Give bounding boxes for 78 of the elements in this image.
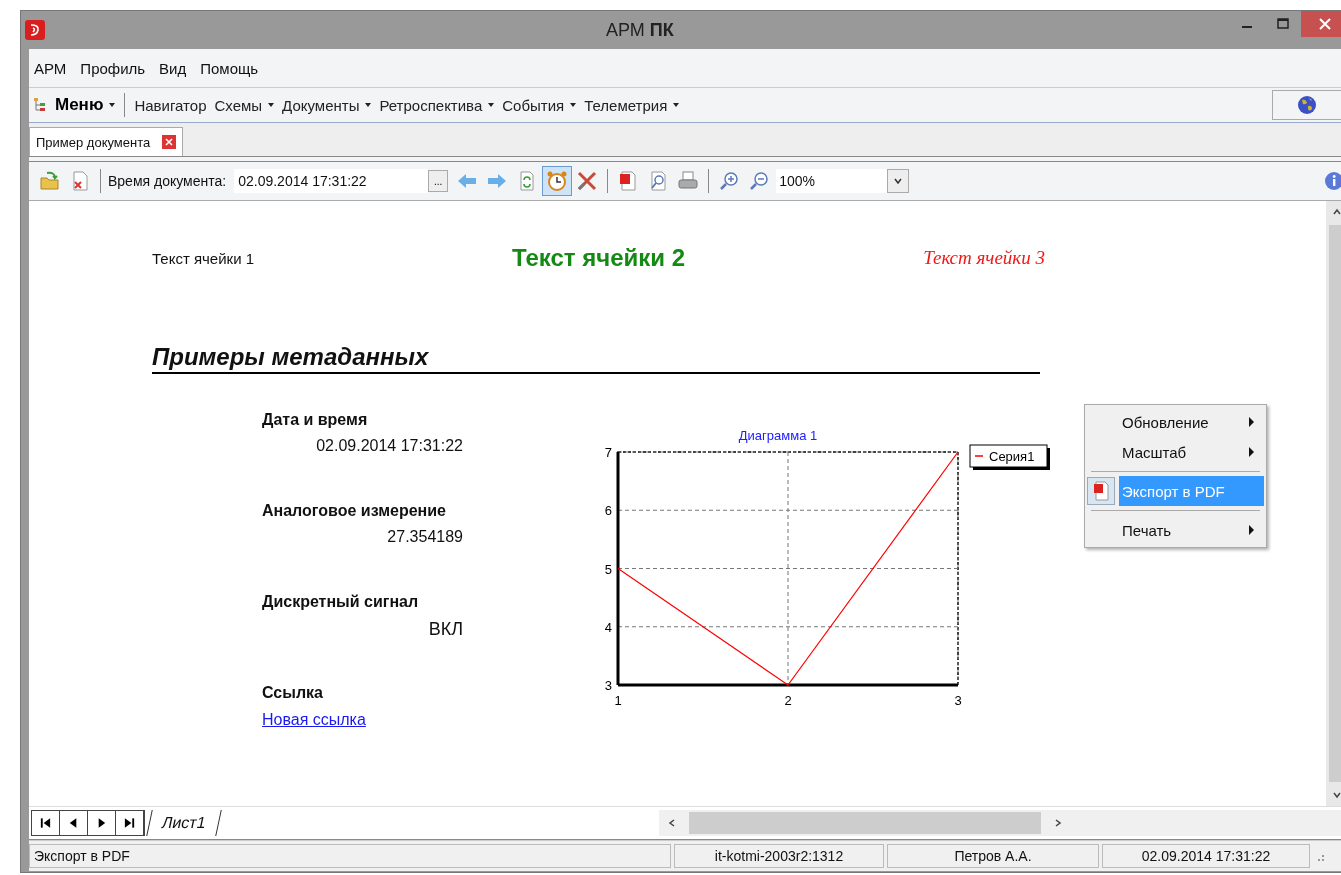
toolbar-menu-button[interactable]: Телеметрия — [580, 94, 684, 116]
menu-item[interactable]: Профиль — [75, 57, 151, 79]
field-label: Дата и время — [262, 411, 368, 429]
cell-text: Текст ячейки 3 — [922, 247, 1045, 269]
chart-title: Диаграмма 1 — [738, 428, 818, 443]
document-tab[interactable]: Пример документа — [29, 127, 184, 156]
pdf-icon — [1092, 481, 1110, 501]
window-title: АРМ ПК — [606, 20, 674, 41]
time-field[interactable]: 02.09.2014 17:31:22 — [234, 169, 429, 193]
cell-text: Текст ячейки 2 — [510, 244, 687, 272]
scroll-up-icon[interactable] — [1332, 207, 1341, 217]
chart-legend: Серия1 — [969, 444, 1050, 470]
toolbar-menu-button[interactable]: Документы — [278, 94, 376, 116]
app-logo-icon — [25, 20, 45, 40]
caret-icon — [268, 103, 275, 107]
menu-item[interactable]: Вид — [154, 57, 192, 79]
time-label: Время документа: — [108, 173, 227, 189]
toolbar-menu-button[interactable]: Ретроспектива — [375, 94, 499, 116]
toolbar-menu-button[interactable]: Навигатор — [130, 94, 211, 116]
field-label: Дискретный сигнал — [262, 593, 419, 611]
status-text: 02.09.2014 17:31:22 — [1102, 844, 1310, 868]
context-menu-item[interactable]: Печать — [1087, 515, 1264, 545]
sheet-tab[interactable]: Лист1 — [146, 810, 222, 836]
close-icon — [1319, 18, 1331, 30]
close-icon[interactable] — [162, 135, 177, 149]
y-tick-label: 6 — [604, 503, 612, 519]
menu-item[interactable]: Помощь — [195, 57, 264, 79]
field-label: Ссылка — [262, 684, 323, 702]
x-tick-label: 2 — [784, 693, 792, 708]
y-tick-label: 4 — [604, 619, 612, 635]
field-value: 27.354189 — [387, 528, 463, 546]
maximize-icon — [1277, 18, 1289, 30]
submenu-arrow-icon — [1249, 417, 1254, 427]
zoom-out-icon[interactable] — [748, 170, 771, 192]
caret-icon — [109, 103, 116, 107]
browse-button[interactable]: ... — [428, 170, 449, 192]
x-tick-label: 1 — [614, 693, 622, 708]
chevron-down-icon — [893, 176, 904, 186]
caret-icon — [570, 103, 577, 107]
printer-icon[interactable] — [677, 170, 700, 192]
horizontal-scrollbar[interactable] — [658, 810, 1341, 836]
submenu-arrow-icon — [1249, 525, 1254, 535]
scroll-down-icon[interactable] — [1332, 790, 1341, 800]
context-menu-item[interactable]: Обновление — [1087, 407, 1264, 437]
link[interactable]: Новая ссылка — [262, 711, 366, 729]
toolbar-menu-button[interactable]: Схемы — [210, 94, 279, 116]
caret-icon — [365, 103, 372, 107]
toolbar-menu-button[interactable]: События — [498, 94, 581, 116]
tree-icon — [33, 97, 47, 113]
field-value: ВКЛ — [428, 619, 463, 640]
status-text: Экспорт в PDF — [29, 844, 671, 868]
globe-icon — [1297, 95, 1317, 115]
main-menu-button[interactable]: Меню — [47, 93, 120, 117]
info-icon[interactable] — [1324, 171, 1341, 191]
menu-item[interactable]: АРМ — [29, 57, 72, 79]
submenu-arrow-icon — [1249, 447, 1254, 457]
field-label: Аналоговое измерение — [262, 502, 446, 520]
field-value: 02.09.2014 17:31:22 — [316, 437, 463, 455]
open-folder-icon[interactable] — [39, 170, 61, 192]
globe-button[interactable] — [1272, 90, 1341, 120]
close-button[interactable] — [1301, 11, 1341, 37]
x-tick-label: 3 — [954, 693, 962, 708]
cell-text: Текст ячейки 1 — [152, 249, 256, 267]
status-text: Петров А.А. — [887, 844, 1099, 868]
y-tick-label: 7 — [604, 445, 612, 460]
y-tick-label: 3 — [604, 678, 612, 693]
status-text: it-kotmi-2003r2:1312 — [674, 844, 884, 868]
zoom-in-icon[interactable] — [718, 170, 741, 192]
minimize-icon — [1242, 26, 1252, 28]
caret-icon — [673, 103, 680, 107]
context-menu-item[interactable]: Масштаб — [1087, 437, 1264, 467]
scroll-left-icon[interactable] — [666, 818, 677, 828]
zoom-dropdown[interactable]: 100% — [776, 169, 910, 193]
caret-icon — [488, 103, 495, 107]
alarm-clock-button[interactable] — [542, 166, 573, 196]
y-tick-label: 5 — [604, 561, 612, 577]
legend-label: Серия1 — [989, 449, 1035, 464]
section-heading: Примеры метаданных — [152, 342, 1040, 374]
